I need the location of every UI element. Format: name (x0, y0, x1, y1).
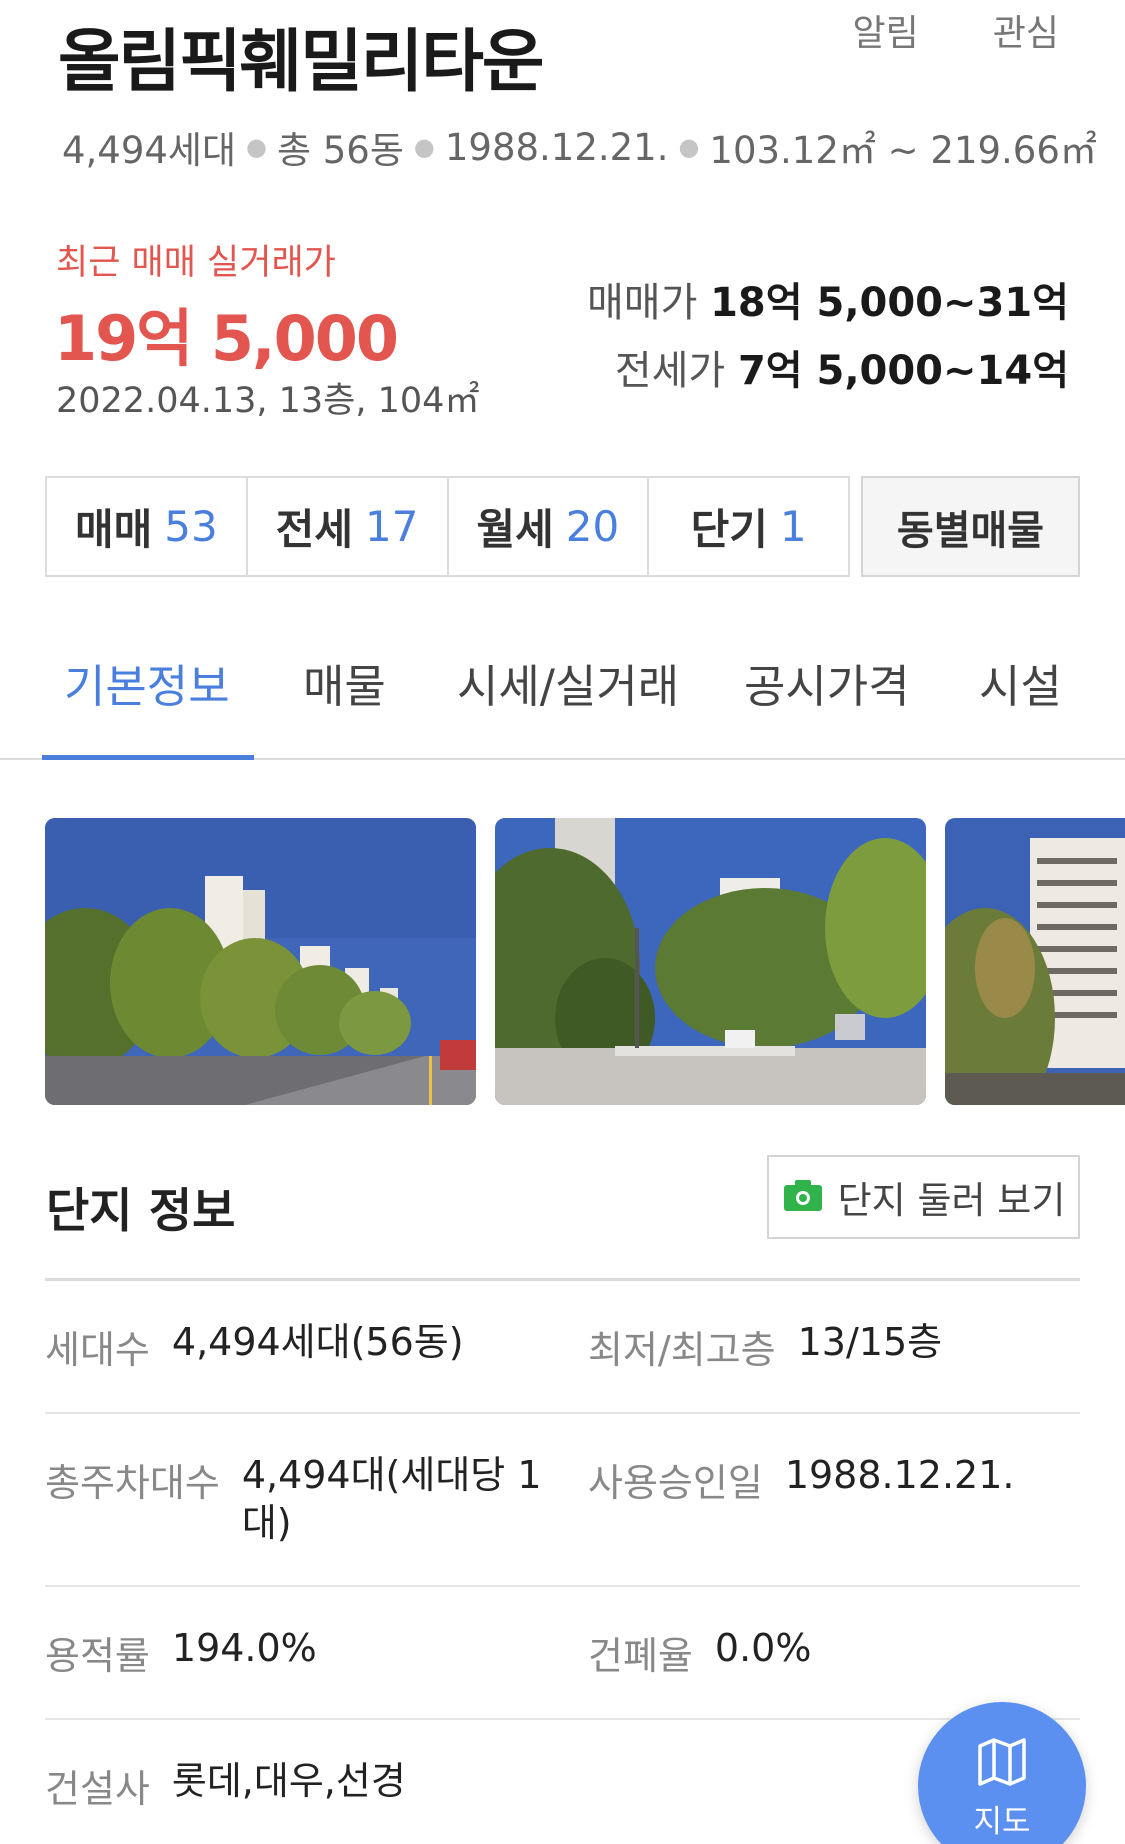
complex-photo[interactable] (45, 818, 476, 1105)
listing-count-label: 매매 (75, 505, 153, 554)
info-value: 4,494세대(56동) (171, 1320, 464, 1364)
jeonse-price-label: 전세가 (614, 348, 726, 394)
listing-count-sale[interactable]: 매매 53 (47, 478, 248, 575)
info-key: 건폐율 (588, 1634, 693, 1678)
info-cell-builder: 건설사 롯데,대우,선경 (45, 1758, 537, 1813)
tab-facilities[interactable]: 시설 (979, 650, 1062, 715)
info-key: 세대수 (45, 1328, 150, 1372)
buildings-summary: 총 56동 (276, 129, 404, 172)
sale-price-label: 매매가 (586, 280, 698, 326)
sale-price-value: 18억 5,000~31억 (710, 280, 1069, 326)
listing-count-jeonse[interactable]: 전세 17 (248, 478, 449, 575)
alert-button[interactable]: 알림 (853, 4, 919, 56)
complex-tour-label: 단지 둘러 보기 (837, 1179, 1066, 1222)
recent-trade-label: 최근 매매 실거래가 (56, 243, 336, 283)
info-key: 사용승인일 (588, 1461, 763, 1505)
complex-tour-button[interactable]: 단지 둘러 보기 (767, 1155, 1080, 1239)
listing-count-label: 전세 (275, 505, 354, 554)
sale-price-range: 매매가 18억 5,000~31억 (587, 270, 1069, 328)
info-value: 0.0% (714, 1626, 812, 1670)
info-key: 용적률 (45, 1634, 150, 1678)
listing-count-label: 단기 (690, 505, 768, 554)
info-value: 4,494대(세대당 1대) (241, 1453, 542, 1545)
info-key: 최저/최고층 (588, 1328, 776, 1372)
separator-dot: ● (413, 133, 435, 161)
listing-count-number: 1 (779, 502, 807, 551)
info-key: 총주차대수 (45, 1461, 220, 1505)
info-cell-approval-date: 사용승인일 1988.12.21. (588, 1452, 1080, 1547)
tab-listings[interactable]: 매물 (303, 650, 386, 715)
households-summary: 4,494세대 (62, 129, 237, 172)
info-cell-households: 세대수 4,494세대(56동) (45, 1319, 588, 1374)
page-title: 올림픽훼밀리타운 (58, 23, 544, 102)
map-button-label: 지도 (973, 1804, 1031, 1840)
tab-basic-info[interactable]: 기본정보 (64, 650, 230, 715)
listing-counts: 매매 53 전세 17 월세 20 단기 1 (45, 476, 850, 577)
listing-count-number: 17 (365, 502, 419, 551)
complex-info-title: 단지 정보 (46, 1184, 236, 1239)
listing-count-label: 월세 (476, 505, 554, 554)
listing-count-monthly[interactable]: 월세 20 (449, 478, 650, 575)
info-cell-parking: 총주차대수 4,494대(세대당 1대) (45, 1452, 588, 1547)
camera-icon (782, 1177, 824, 1217)
info-row: 총주차대수 4,494대(세대당 1대) 사용승인일 1988.12.21. (45, 1414, 1080, 1587)
approval-date-summary: 1988.12.21. (444, 125, 669, 169)
listing-count-number: 53 (164, 502, 218, 551)
info-cell-building-coverage: 건폐율 0.0% (588, 1625, 1080, 1680)
complex-photo[interactable] (945, 818, 1125, 1105)
by-building-listings-button[interactable]: 동별매물 (861, 476, 1080, 577)
header-actions: 알림 관심 (853, 4, 1060, 56)
tab-bar: 기본정보 매물 시세/실거래 공시가격 시설 (0, 620, 1125, 760)
recent-trade-detail: 2022.04.13, 13층, 104㎡ (56, 381, 480, 421)
favorite-button[interactable]: 관심 (993, 4, 1059, 56)
separator-dot: ● (678, 133, 700, 161)
tab-official-price[interactable]: 공시가격 (744, 650, 910, 715)
jeonse-price-value: 7억 5,000~14억 (737, 348, 1069, 394)
info-row: 용적률 194.0% 건폐율 0.0% (45, 1587, 1080, 1720)
info-cell-floor-area-ratio: 용적률 194.0% (45, 1625, 588, 1680)
map-icon (976, 1738, 1028, 1790)
listing-count-short-term[interactable]: 단기 1 (649, 478, 848, 575)
tab-market-price[interactable]: 시세/실거래 (457, 650, 679, 715)
info-row: 세대수 4,494세대(56동) 최저/최고층 13/15층 (45, 1281, 1080, 1414)
active-tab-indicator (42, 755, 254, 760)
info-cell-floors: 최저/최고층 13/15층 (588, 1319, 1080, 1374)
info-value: 1988.12.21. (784, 1453, 1015, 1497)
complex-summary: 4,494세대 ● 총 56동 ● 1988.12.21. ● 103.12㎡ … (62, 120, 1097, 174)
info-value: 13/15층 (797, 1320, 943, 1364)
info-key: 건설사 (45, 1767, 150, 1811)
info-value: 롯데,대우,선경 (171, 1759, 406, 1803)
info-value: 194.0% (171, 1626, 317, 1670)
separator-dot: ● (246, 133, 267, 161)
recent-trade-price: 19억 5,000 (54, 302, 399, 375)
complex-photo[interactable] (495, 818, 926, 1105)
area-range-summary: 103.12㎡ ~ 219.66㎡ (709, 129, 1097, 172)
listing-count-number: 20 (565, 502, 620, 551)
jeonse-price-range: 전세가 7억 5,000~14억 (615, 338, 1069, 396)
